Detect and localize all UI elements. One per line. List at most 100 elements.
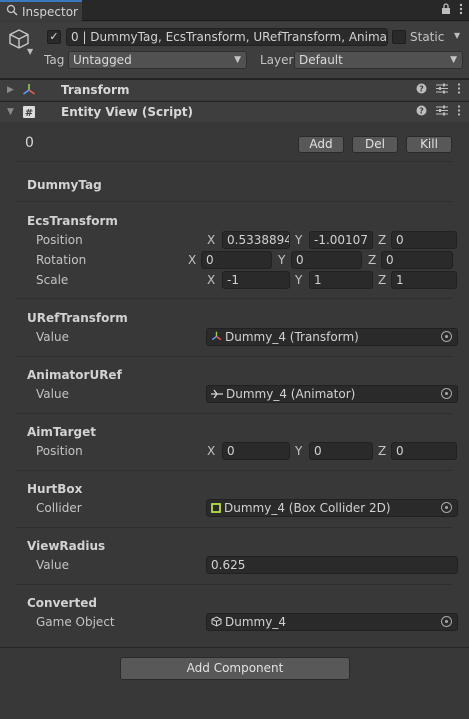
name-field[interactable]: 0 | DummyTag, EcsTransform, URefTransfor… xyxy=(66,28,388,46)
svg-text:?: ? xyxy=(419,107,424,116)
gameobject-icon xyxy=(211,615,222,631)
picker-icon[interactable] xyxy=(441,331,452,342)
animator-icon xyxy=(211,387,223,403)
foldout-expanded-icon[interactable]: ▼ xyxy=(7,107,14,117)
position-y-field[interactable]: -1.00107 xyxy=(309,231,373,249)
transform-icon xyxy=(211,330,222,346)
component-title-ureftransform: URefTransform xyxy=(27,311,128,325)
tab-label: Inspector xyxy=(22,4,78,19)
scale-x-field[interactable]: -1 xyxy=(222,271,290,289)
axis-y-label: Y xyxy=(295,444,303,458)
animator-object-field[interactable]: Dummy_4 (Animator) xyxy=(206,385,458,403)
collider-object-field[interactable]: Dummy_4 (Box Collider 2D) xyxy=(206,499,458,517)
scale-z-field[interactable]: 1 xyxy=(391,271,457,289)
axis-y-label: Y xyxy=(295,233,303,247)
object-field-value: Dummy_4 xyxy=(225,615,286,629)
transform-icon xyxy=(22,83,36,100)
axis-z-label: Z xyxy=(378,444,387,458)
axis-x-label: X xyxy=(207,233,216,247)
rotation-x-field[interactable]: 0 xyxy=(201,251,272,269)
lock-icon[interactable] xyxy=(441,3,451,18)
component-title-aimtarget: AimTarget xyxy=(27,425,97,439)
divider xyxy=(16,584,453,585)
axis-y-label: Y xyxy=(278,253,286,267)
collider-label: Collider xyxy=(36,501,82,515)
component-title-dummytag: DummyTag xyxy=(27,178,102,192)
divider xyxy=(16,161,453,162)
inspector-icon xyxy=(6,4,18,19)
layer-value: Default xyxy=(299,53,343,67)
scale-label: Scale xyxy=(36,273,69,287)
tab-inspector[interactable]: Inspector xyxy=(0,0,82,21)
axis-z-label: Z xyxy=(378,233,387,247)
picker-icon[interactable] xyxy=(441,502,452,513)
divider xyxy=(16,470,453,471)
value-label: Value xyxy=(36,558,69,572)
static-checkbox[interactable] xyxy=(392,30,406,44)
rotation-z-field[interactable]: 0 xyxy=(381,251,453,269)
position-label: Position xyxy=(36,233,83,247)
help-icon[interactable]: ? xyxy=(416,105,427,119)
axis-z-label: Z xyxy=(368,253,377,267)
component-title-converted: Converted xyxy=(27,596,97,610)
preset-icon[interactable] xyxy=(436,83,448,97)
static-label: Static xyxy=(410,30,445,44)
svg-text:#: # xyxy=(25,108,33,119)
view-radius-field[interactable]: 0.625 xyxy=(206,556,458,574)
box-collider-icon xyxy=(211,501,221,517)
game-object-field[interactable]: Dummy_4 xyxy=(206,613,458,631)
help-icon[interactable]: ? xyxy=(416,83,427,97)
svg-text:?: ? xyxy=(419,85,424,94)
value-label: Value xyxy=(36,387,69,401)
foldout-collapsed-icon[interactable]: ▶ xyxy=(7,85,14,95)
transform-component-header[interactable]: ▶ Transform ? xyxy=(0,79,469,100)
aim-position-x-field[interactable]: 0 xyxy=(222,442,290,460)
object-field-value: Dummy_4 (Animator) xyxy=(226,387,356,401)
active-checkbox[interactable]: ✓ xyxy=(47,30,61,44)
axis-y-label: Y xyxy=(295,273,303,287)
entity-id: 0 xyxy=(25,135,34,151)
menu-icon[interactable] xyxy=(457,105,461,119)
layer-dropdown[interactable]: Default ▼ xyxy=(294,51,463,69)
uref-transform-object-field[interactable]: Dummy_4 (Transform) xyxy=(206,328,458,346)
component-title-animatoruref: AnimatorURef xyxy=(27,368,122,382)
aim-position-z-field[interactable]: 0 xyxy=(391,442,457,460)
component-title-hurtbox: HurtBox xyxy=(27,482,83,496)
divider xyxy=(16,201,453,202)
menu-icon[interactable] xyxy=(459,3,463,18)
add-button[interactable]: Add xyxy=(298,136,344,153)
static-dropdown-icon[interactable]: ▼ xyxy=(454,31,460,40)
component-title: Transform xyxy=(61,83,130,97)
tag-value: Untagged xyxy=(73,53,132,67)
scale-y-field[interactable]: 1 xyxy=(309,271,373,289)
entity-view-component-header[interactable]: ▼ # Entity View (Script) ? xyxy=(0,101,469,122)
chevron-down-icon[interactable]: ▼ xyxy=(27,47,33,56)
aim-position-y-field[interactable]: 0 xyxy=(309,442,373,460)
gameobject-header: ▼ ✓ 0 | DummyTag, EcsTransform, URefTran… xyxy=(0,22,469,79)
add-component-button[interactable]: Add Component xyxy=(120,657,350,680)
position-x-field[interactable]: 0.5338894 xyxy=(222,231,290,249)
component-title-ecstransform: EcsTransform xyxy=(27,214,118,228)
menu-icon[interactable] xyxy=(457,83,461,97)
object-field-value: Dummy_4 (Transform) xyxy=(225,330,359,344)
position-z-field[interactable]: 0 xyxy=(391,231,457,249)
divider xyxy=(16,298,453,299)
picker-icon[interactable] xyxy=(441,388,452,399)
object-field-value: Dummy_4 (Box Collider 2D) xyxy=(224,501,391,515)
del-button[interactable]: Del xyxy=(352,136,398,153)
game-object-label: Game Object xyxy=(36,615,115,629)
axis-x-label: X xyxy=(188,253,197,267)
rotation-y-field[interactable]: 0 xyxy=(291,251,362,269)
tag-dropdown[interactable]: Untagged ▼ xyxy=(68,51,247,69)
chevron-down-icon: ▼ xyxy=(450,55,457,65)
chevron-down-icon: ▼ xyxy=(234,55,241,65)
kill-button[interactable]: Kill xyxy=(406,136,452,153)
value-label: Value xyxy=(36,330,69,344)
rotation-label: Rotation xyxy=(36,253,87,267)
picker-icon[interactable] xyxy=(441,616,452,627)
component-title: Entity View (Script) xyxy=(61,105,193,119)
divider xyxy=(16,527,453,528)
tab-bar: Inspector xyxy=(0,0,469,21)
preset-icon[interactable] xyxy=(436,105,448,119)
axis-z-label: Z xyxy=(378,273,387,287)
